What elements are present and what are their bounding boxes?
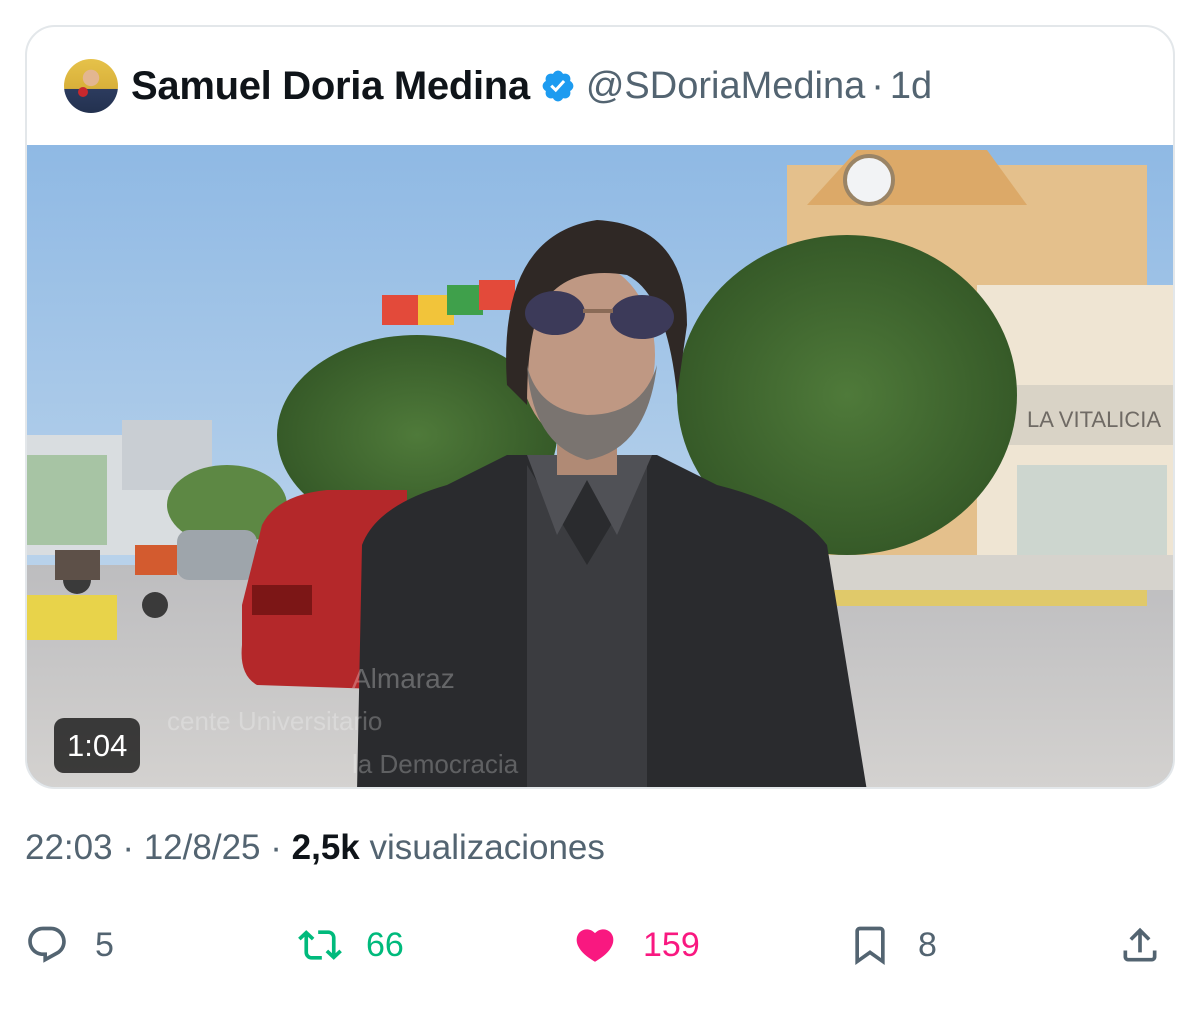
reply-count: 5 [95, 925, 114, 964]
views-count: 2,5k [291, 828, 360, 867]
like-button[interactable]: 159 [573, 915, 700, 975]
video-frame-image: LA VITALICIA Almaraz cente Universitario… [27, 145, 1173, 787]
share-button[interactable] [1118, 915, 1162, 975]
reply-icon [28, 926, 66, 963]
post-time[interactable]: 22:03 [25, 828, 113, 867]
post-age[interactable]: 1d [890, 65, 932, 108]
video-overlay-line-2: cente Universitario [167, 706, 382, 736]
verified-badge-icon [542, 70, 574, 102]
quoted-post-card[interactable]: Samuel Doria Medina @SDoriaMedina · 1d L… [25, 25, 1175, 789]
repost-count: 66 [366, 925, 404, 964]
repost-icon [298, 930, 342, 960]
bookmark-icon [855, 926, 885, 966]
bookmark-count: 8 [918, 925, 937, 964]
author-handle[interactable]: @SDoriaMedina [586, 65, 865, 108]
video-duration-badge: 1:04 [54, 718, 141, 773]
video-overlay-line-3: la Democracia [352, 749, 519, 779]
post-date[interactable]: 12/8/25 [144, 828, 261, 867]
repost-button[interactable]: 66 [298, 915, 404, 975]
quoted-post-header: Samuel Doria Medina @SDoriaMedina · 1d [27, 27, 1173, 145]
action-bar: 5 66 159 8 [0, 915, 1200, 975]
meta-separator: · [270, 828, 282, 867]
share-icon [1123, 927, 1157, 962]
bookmark-button[interactable]: 8 [848, 915, 937, 975]
like-count: 159 [643, 925, 700, 964]
post-meta: 22:03 · 12/8/25 · 2,5k visualizaciones [25, 828, 605, 868]
avatar[interactable] [64, 59, 118, 113]
reply-button[interactable]: 5 [25, 915, 114, 975]
views-label: visualizaciones [369, 828, 605, 867]
author-name[interactable]: Samuel Doria Medina [131, 64, 530, 109]
video-overlay-line-1: Almaraz [352, 663, 455, 694]
separator-dot: · [871, 64, 884, 107]
heart-icon [576, 929, 614, 962]
building-sign-text: LA VITALICIA [1027, 407, 1161, 432]
video-player[interactable]: LA VITALICIA Almaraz cente Universitario… [27, 145, 1173, 787]
meta-separator: · [122, 828, 134, 867]
